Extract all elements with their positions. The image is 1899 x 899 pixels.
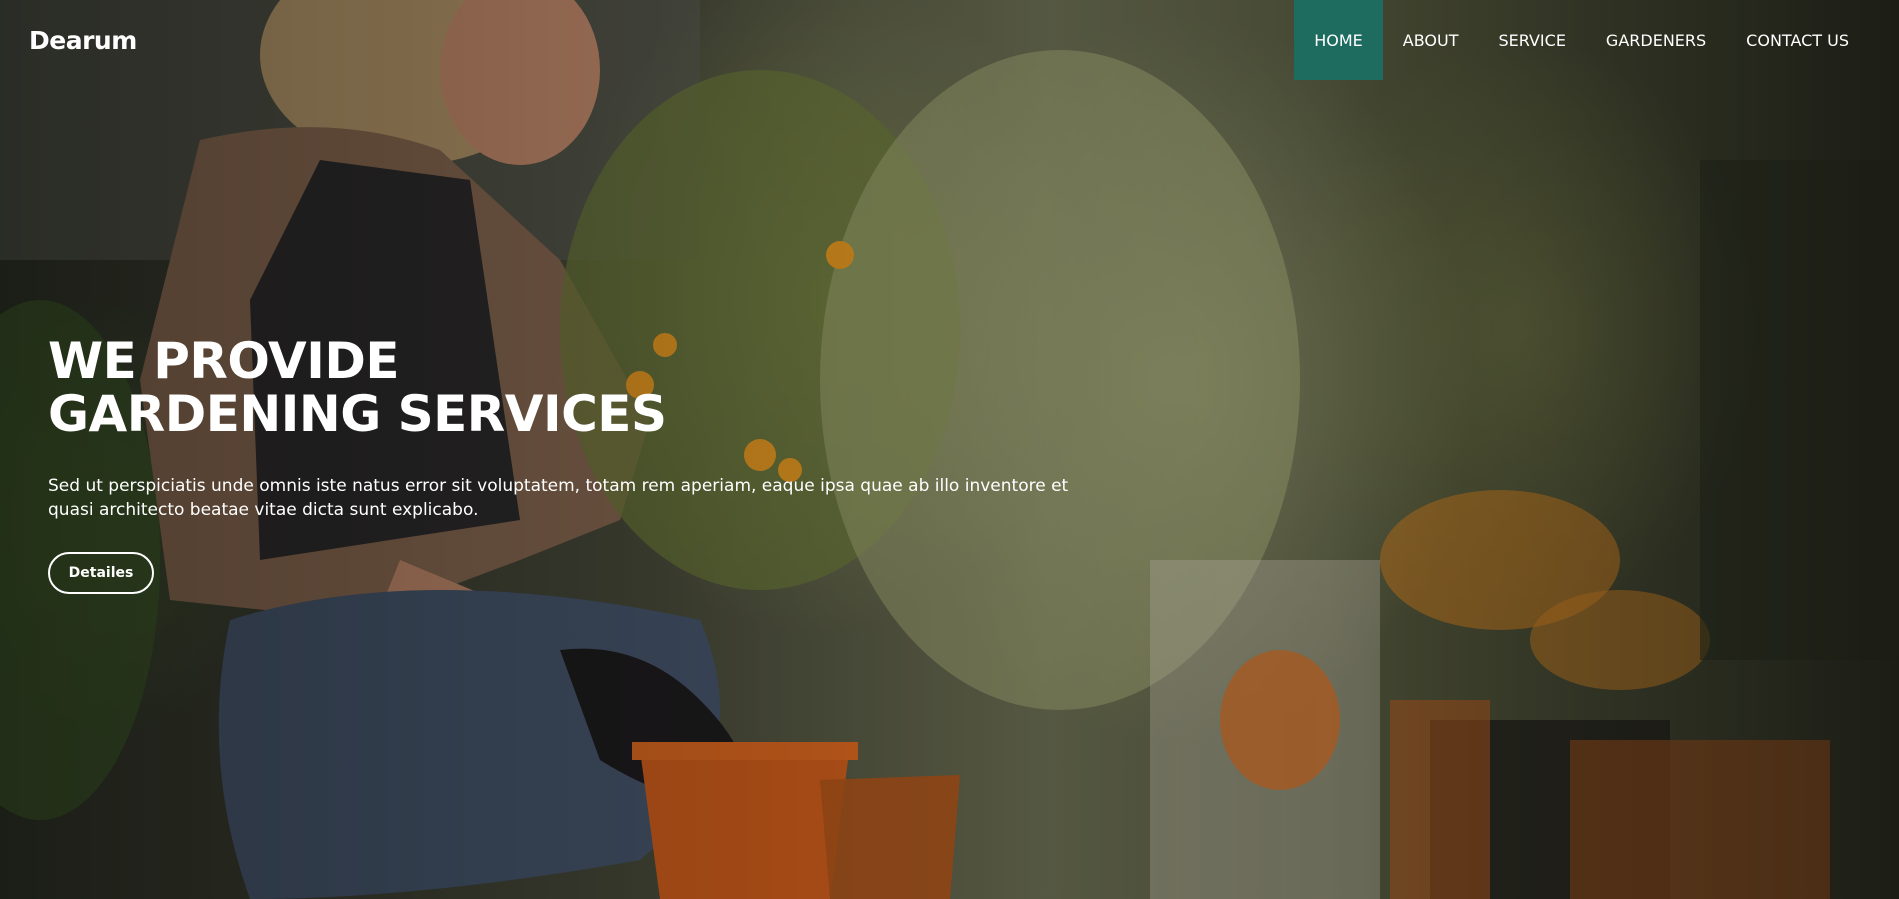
main-navigation: HOME ABOUT SERVICE GARDENERS CONTACT US (1294, 0, 1869, 80)
hero-title: WE PROVIDE GARDENING SERVICES (48, 332, 667, 443)
nav-item-home[interactable]: HOME (1294, 0, 1383, 80)
nav-item-gardeners[interactable]: GARDENERS (1586, 0, 1726, 80)
details-button[interactable]: Detailes (48, 552, 154, 594)
hero-description: Sed ut perspiciatis unde omnis iste natu… (48, 476, 1069, 520)
nav-item-service[interactable]: SERVICE (1478, 0, 1585, 80)
hero-title-line-1: WE PROVIDE (48, 332, 399, 390)
nav-item-about[interactable]: ABOUT (1383, 0, 1479, 80)
brand-logo[interactable]: Dearum (29, 26, 137, 55)
hero-title-line-2: GARDENING SERVICES (48, 385, 667, 443)
dark-overlay (0, 0, 1899, 899)
nav-item-contact-us[interactable]: CONTACT US (1726, 0, 1869, 80)
hero-section: Dearum HOME ABOUT SERVICE GARDENERS CONT… (0, 0, 1899, 899)
